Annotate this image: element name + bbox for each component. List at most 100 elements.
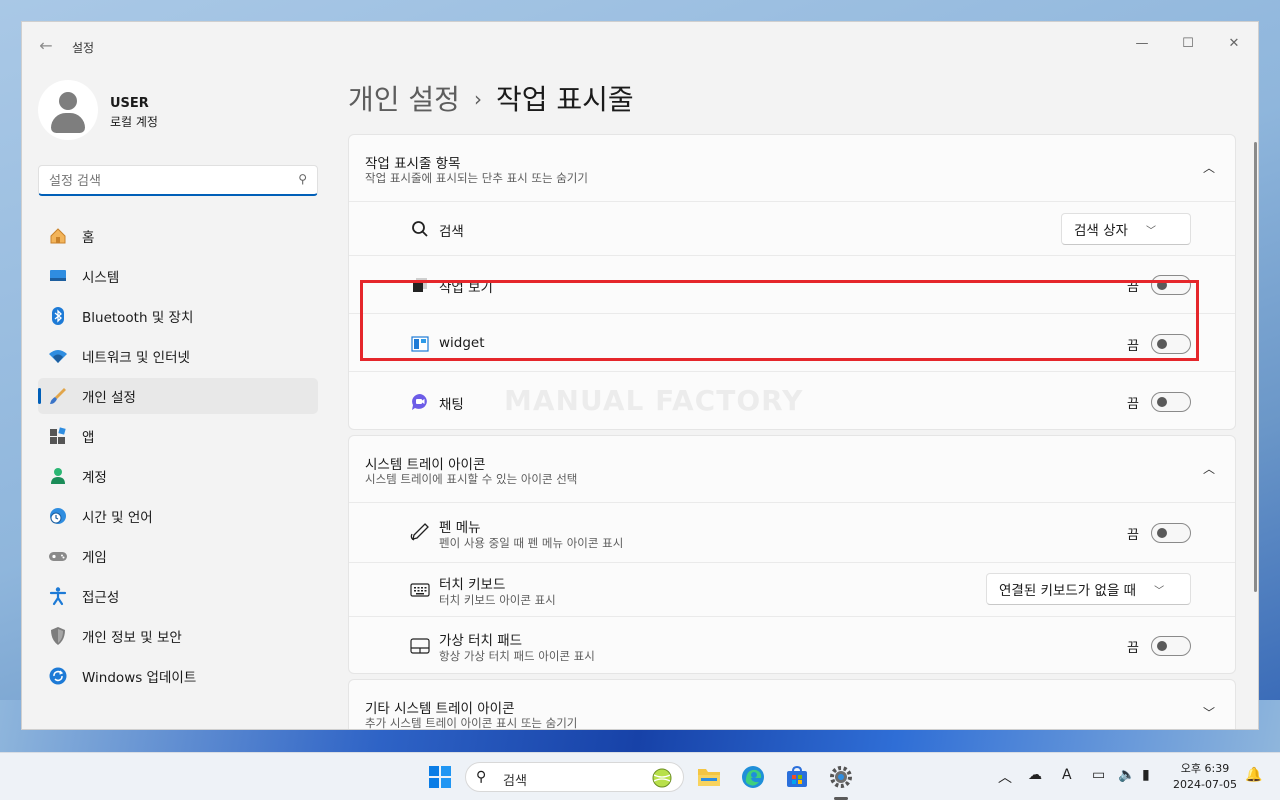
sidebar-item-label: 개인 설정 xyxy=(82,390,136,406)
touchpad-icon xyxy=(409,635,431,657)
toggle-knob xyxy=(1157,641,1167,651)
card-subtitle: 작업 표시줄에 표시되는 단추 표시 또는 숨기기 xyxy=(365,171,588,185)
sidebar-item-apps[interactable]: 앱 xyxy=(38,418,318,454)
card-title: 작업 표시줄 항목 xyxy=(365,156,461,172)
card-title: 기타 시스템 트레이 아이콘 xyxy=(365,701,515,717)
search-input[interactable] xyxy=(49,171,279,191)
breadcrumb: 개인 설정 › 작업 표시줄 xyxy=(348,78,634,118)
pen-menu-toggle[interactable] xyxy=(1151,523,1191,543)
system-icon xyxy=(48,266,68,286)
display-icon[interactable]: ▭ xyxy=(1092,767,1105,783)
scrollbar[interactable] xyxy=(1254,142,1257,592)
keyboard-icon xyxy=(409,579,431,601)
back-button[interactable]: ← xyxy=(36,36,56,56)
system-tray-card: 시스템 트레이 아이콘 시스템 트레이에 표시할 수 있는 아이콘 선택 ︿ 펜… xyxy=(348,435,1236,674)
sidebar-item-label: 시스템 xyxy=(82,270,120,286)
sidebar-item-system[interactable]: 시스템 xyxy=(38,258,318,294)
sidebar-item-label: 네트워크 및 인터넷 xyxy=(82,350,190,366)
touchpad-toggle-group: 끔 xyxy=(1127,636,1191,656)
clock[interactable]: 오후 6:39 2024-07-05 xyxy=(1170,761,1240,793)
sidebar-item-personalization[interactable]: 개인 설정 xyxy=(38,378,318,414)
home-icon xyxy=(48,226,68,246)
account-icon xyxy=(48,466,68,486)
sidebar-item-label: 홈 xyxy=(82,230,95,246)
sidebar-item-accessibility[interactable]: 접근성 xyxy=(38,578,318,614)
sidebar-item-time-language[interactable]: 시간 및 언어 xyxy=(38,498,318,534)
settings-gear-icon[interactable] xyxy=(827,763,855,791)
search-icon xyxy=(409,218,431,240)
ime-icon[interactable]: A xyxy=(1062,767,1072,783)
edge-icon[interactable] xyxy=(739,763,767,791)
maximize-button[interactable]: ☐ xyxy=(1165,28,1211,58)
gamepad-icon xyxy=(48,546,68,566)
taskbar-search-box[interactable]: ⚲ 검색 xyxy=(465,762,684,792)
system-tray-header[interactable]: 시스템 트레이 아이콘 시스템 트레이에 표시할 수 있는 아이콘 선택 ︿ xyxy=(349,436,1235,502)
breadcrumb-separator: › xyxy=(473,87,482,111)
sidebar-item-label: 접근성 xyxy=(82,590,120,606)
toggle-state-label: 끔 xyxy=(1127,396,1139,412)
sidebar-item-gaming[interactable]: 게임 xyxy=(38,538,318,574)
touch-keyboard-dropdown[interactable]: 연결된 키보드가 없을 때 ﹀ xyxy=(986,573,1191,605)
title-bar: ← 설정 — ☐ ✕ xyxy=(22,22,1258,70)
sidebar-item-accounts[interactable]: 계정 xyxy=(38,458,318,494)
chevron-up-icon[interactable]: ︿ xyxy=(998,767,1012,787)
start-icon[interactable] xyxy=(426,763,454,791)
setting-description: 항상 가상 터치 패드 아이콘 표시 xyxy=(439,649,595,663)
onedrive-icon[interactable]: ☁ xyxy=(1028,767,1042,783)
minimize-button[interactable]: — xyxy=(1119,28,1165,58)
store-icon[interactable] xyxy=(783,763,811,791)
bluetooth-icon xyxy=(48,306,68,326)
sidebar-item-label: Windows 업데이트 xyxy=(82,670,197,686)
search-icon: ⚲ xyxy=(298,172,307,186)
chat-toggle[interactable] xyxy=(1151,392,1191,412)
battery-icon[interactable]: ▮ xyxy=(1142,767,1150,783)
settings-search-box[interactable]: ⚲ xyxy=(38,165,318,196)
shield-icon xyxy=(48,626,68,646)
tennis-ball-icon xyxy=(651,767,673,793)
dropdown-value: 검색 상자 xyxy=(1074,223,1128,239)
settings-window: ← 설정 — ☐ ✕ USER 로컬 계정 ⚲ 홈 xyxy=(21,21,1259,730)
setting-row-pen-menu: 펜 메뉴 펜이 사용 중일 때 펜 메뉴 아이콘 표시 끔 xyxy=(349,502,1235,562)
sidebar-item-home[interactable]: 홈 xyxy=(38,218,318,254)
chat-icon xyxy=(409,391,431,413)
clock-time: 오후 6:39 xyxy=(1180,762,1230,775)
toggle-state-label: 끔 xyxy=(1127,640,1139,656)
highlight-box xyxy=(360,280,1199,361)
card-subtitle: 추가 시스템 트레이 아이콘 표시 또는 숨기기 xyxy=(365,716,578,730)
other-tray-card[interactable]: 기타 시스템 트레이 아이콘 추가 시스템 트레이 아이콘 표시 또는 숨기기 … xyxy=(348,679,1236,730)
sidebar-item-label: 개인 정보 및 보안 xyxy=(82,630,182,646)
taskbar: ⚲ 검색 ︿ ☁ A ▭ 🔈 ▮ 오후 6:39 2024-07-05 🔔 xyxy=(0,752,1280,800)
sidebar-item-bluetooth[interactable]: Bluetooth 및 장치 xyxy=(38,298,318,334)
wifi-icon xyxy=(48,346,68,366)
volume-icon[interactable]: 🔈 xyxy=(1118,767,1135,783)
sidebar-item-privacy[interactable]: 개인 정보 및 보안 xyxy=(38,618,318,654)
sidebar: USER 로컬 계정 ⚲ 홈 시스템 B xyxy=(22,70,332,729)
watermark: MANUAL FACTORY xyxy=(504,384,804,417)
chevron-down-icon: ﹀ xyxy=(1154,585,1165,597)
sidebar-item-network[interactable]: 네트워크 및 인터넷 xyxy=(38,338,318,374)
notification-bell-icon[interactable]: 🔔 xyxy=(1245,767,1262,783)
toggle-knob xyxy=(1157,397,1167,407)
search-mode-dropdown[interactable]: 검색 상자 ﹀ xyxy=(1061,213,1191,245)
chevron-up-icon[interactable]: ︿ xyxy=(1201,159,1217,175)
avatar[interactable] xyxy=(38,80,98,140)
brush-icon xyxy=(48,386,68,406)
setting-row-touch-keyboard: 터치 키보드 터치 키보드 아이콘 표시 연결된 키보드가 없을 때 ﹀ xyxy=(349,562,1235,616)
apps-icon xyxy=(48,426,68,446)
sidebar-item-windows-update[interactable]: Windows 업데이트 xyxy=(38,658,318,694)
toggle-knob xyxy=(1157,528,1167,538)
close-button[interactable]: ✕ xyxy=(1211,28,1257,58)
user-name: USER xyxy=(110,96,149,111)
file-explorer-icon[interactable] xyxy=(695,763,723,791)
card-title: 시스템 트레이 아이콘 xyxy=(365,457,486,473)
breadcrumb-parent[interactable]: 개인 설정 xyxy=(348,83,460,116)
setting-row-touchpad: 가상 터치 패드 항상 가상 터치 패드 아이콘 표시 끔 xyxy=(349,616,1235,674)
accessibility-icon xyxy=(48,586,68,606)
user-account-type: 로컬 계정 xyxy=(110,115,158,129)
chevron-up-icon[interactable]: ︿ xyxy=(1201,460,1217,476)
chevron-down-icon[interactable]: ﹀ xyxy=(1201,704,1217,720)
touchpad-toggle[interactable] xyxy=(1151,636,1191,656)
taskbar-items-header[interactable]: 작업 표시줄 항목 작업 표시줄에 표시되는 단추 표시 또는 숨기기 ︿ xyxy=(349,135,1235,201)
update-icon xyxy=(48,666,68,686)
dropdown-value: 연결된 키보드가 없을 때 xyxy=(999,583,1137,599)
